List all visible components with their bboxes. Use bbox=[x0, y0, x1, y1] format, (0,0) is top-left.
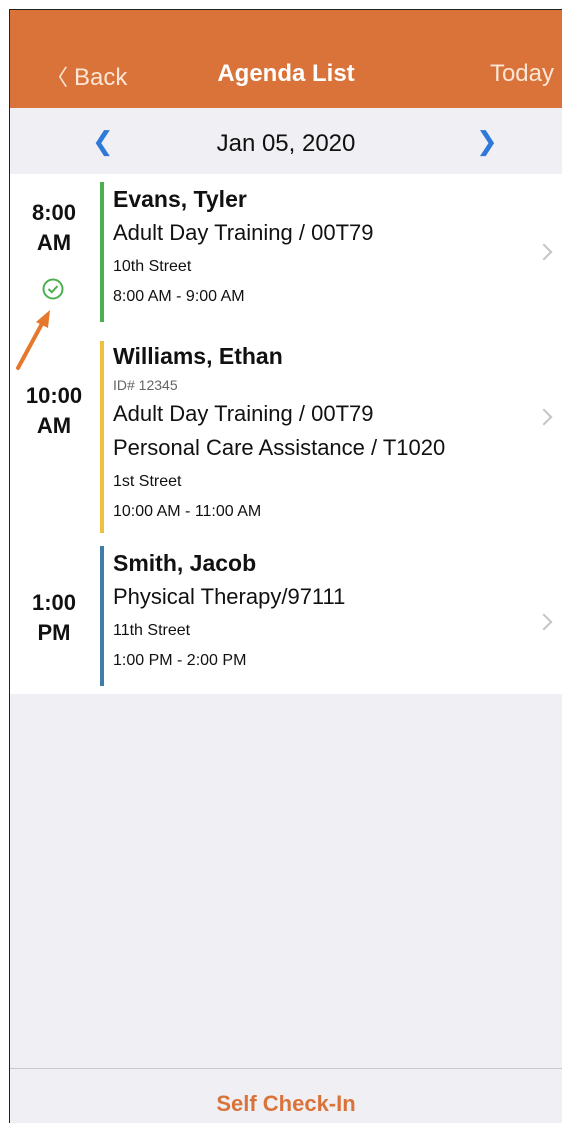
client-name: Evans, Tyler bbox=[113, 186, 247, 212]
client-id: ID# 12345 bbox=[113, 377, 178, 393]
self-check-in-button[interactable]: Self Check-In bbox=[10, 1091, 562, 1117]
client-name: Smith, Jacob bbox=[113, 550, 257, 576]
time-range: 1:00 PM - 2:00 PM bbox=[113, 652, 247, 669]
status-color-bar bbox=[100, 546, 104, 686]
service: Personal Care Assistance / T1020 bbox=[113, 435, 446, 460]
app-screen: 〈 Back Agenda List Today ❮ Jan 05, 2020 ❯… bbox=[9, 9, 562, 1123]
chevron-right-icon bbox=[535, 408, 553, 426]
service: Adult Day Training / 00T79 bbox=[113, 220, 374, 245]
service: Physical Therapy/97111 bbox=[113, 584, 346, 609]
time-range: 8:00 AM - 9:00 AM bbox=[113, 288, 245, 305]
page-title: Agenda List bbox=[217, 60, 355, 87]
status-color-bar bbox=[100, 341, 104, 533]
street: 10th Street bbox=[113, 258, 192, 275]
street: 1st Street bbox=[113, 473, 182, 490]
appointment-time: 10:00 AM bbox=[10, 381, 98, 441]
bottom-toolbar: Self Check-In bbox=[10, 1068, 562, 1123]
check-circle-icon bbox=[42, 278, 64, 300]
agenda-list: 8:00 AM Evans, Tyler Adult Day Training … bbox=[10, 174, 562, 694]
agenda-row-evans[interactable]: 8:00 AM Evans, Tyler Adult Day Training … bbox=[10, 174, 562, 370]
time-ampm: AM bbox=[36, 413, 72, 438]
date-navigator: ❮ Jan 05, 2020 ❯ bbox=[10, 108, 562, 174]
time-hour: 8:00 bbox=[31, 200, 77, 225]
appointment-details: Williams, Ethan ID# 12345 Adult Day Trai… bbox=[113, 341, 445, 523]
appointment-details: Smith, Jacob Physical Therapy/97111 11th… bbox=[113, 548, 345, 672]
appointment-details: Evans, Tyler Adult Day Training / 00T79 … bbox=[113, 184, 373, 308]
chevron-right-icon bbox=[535, 243, 553, 261]
status-color-bar bbox=[100, 182, 104, 322]
time-ampm: AM bbox=[36, 230, 72, 255]
today-button[interactable]: Today bbox=[490, 60, 554, 88]
time-range: 10:00 AM - 11:00 AM bbox=[113, 503, 262, 520]
client-name: Williams, Ethan bbox=[113, 343, 283, 369]
appointment-time: 1:00 PM bbox=[10, 588, 98, 648]
time-hour: 10:00 bbox=[25, 383, 83, 408]
time-ampm: PM bbox=[37, 620, 71, 645]
time-hour: 1:00 bbox=[31, 590, 77, 615]
agenda-row-williams[interactable]: 10:00 AM Williams, Ethan ID# 12345 Adult… bbox=[10, 339, 562, 539]
street: 11th Street bbox=[113, 622, 191, 639]
chevron-right-icon bbox=[535, 613, 553, 631]
next-day-button[interactable]: ❯ bbox=[476, 126, 498, 157]
navigation-bar: 〈 Back Agenda List Today bbox=[10, 10, 562, 108]
appointment-time: 8:00 AM bbox=[10, 198, 98, 258]
service: Adult Day Training / 00T79 bbox=[113, 401, 374, 426]
agenda-row-smith[interactable]: 1:00 PM Smith, Jacob Physical Therapy/97… bbox=[10, 546, 562, 691]
